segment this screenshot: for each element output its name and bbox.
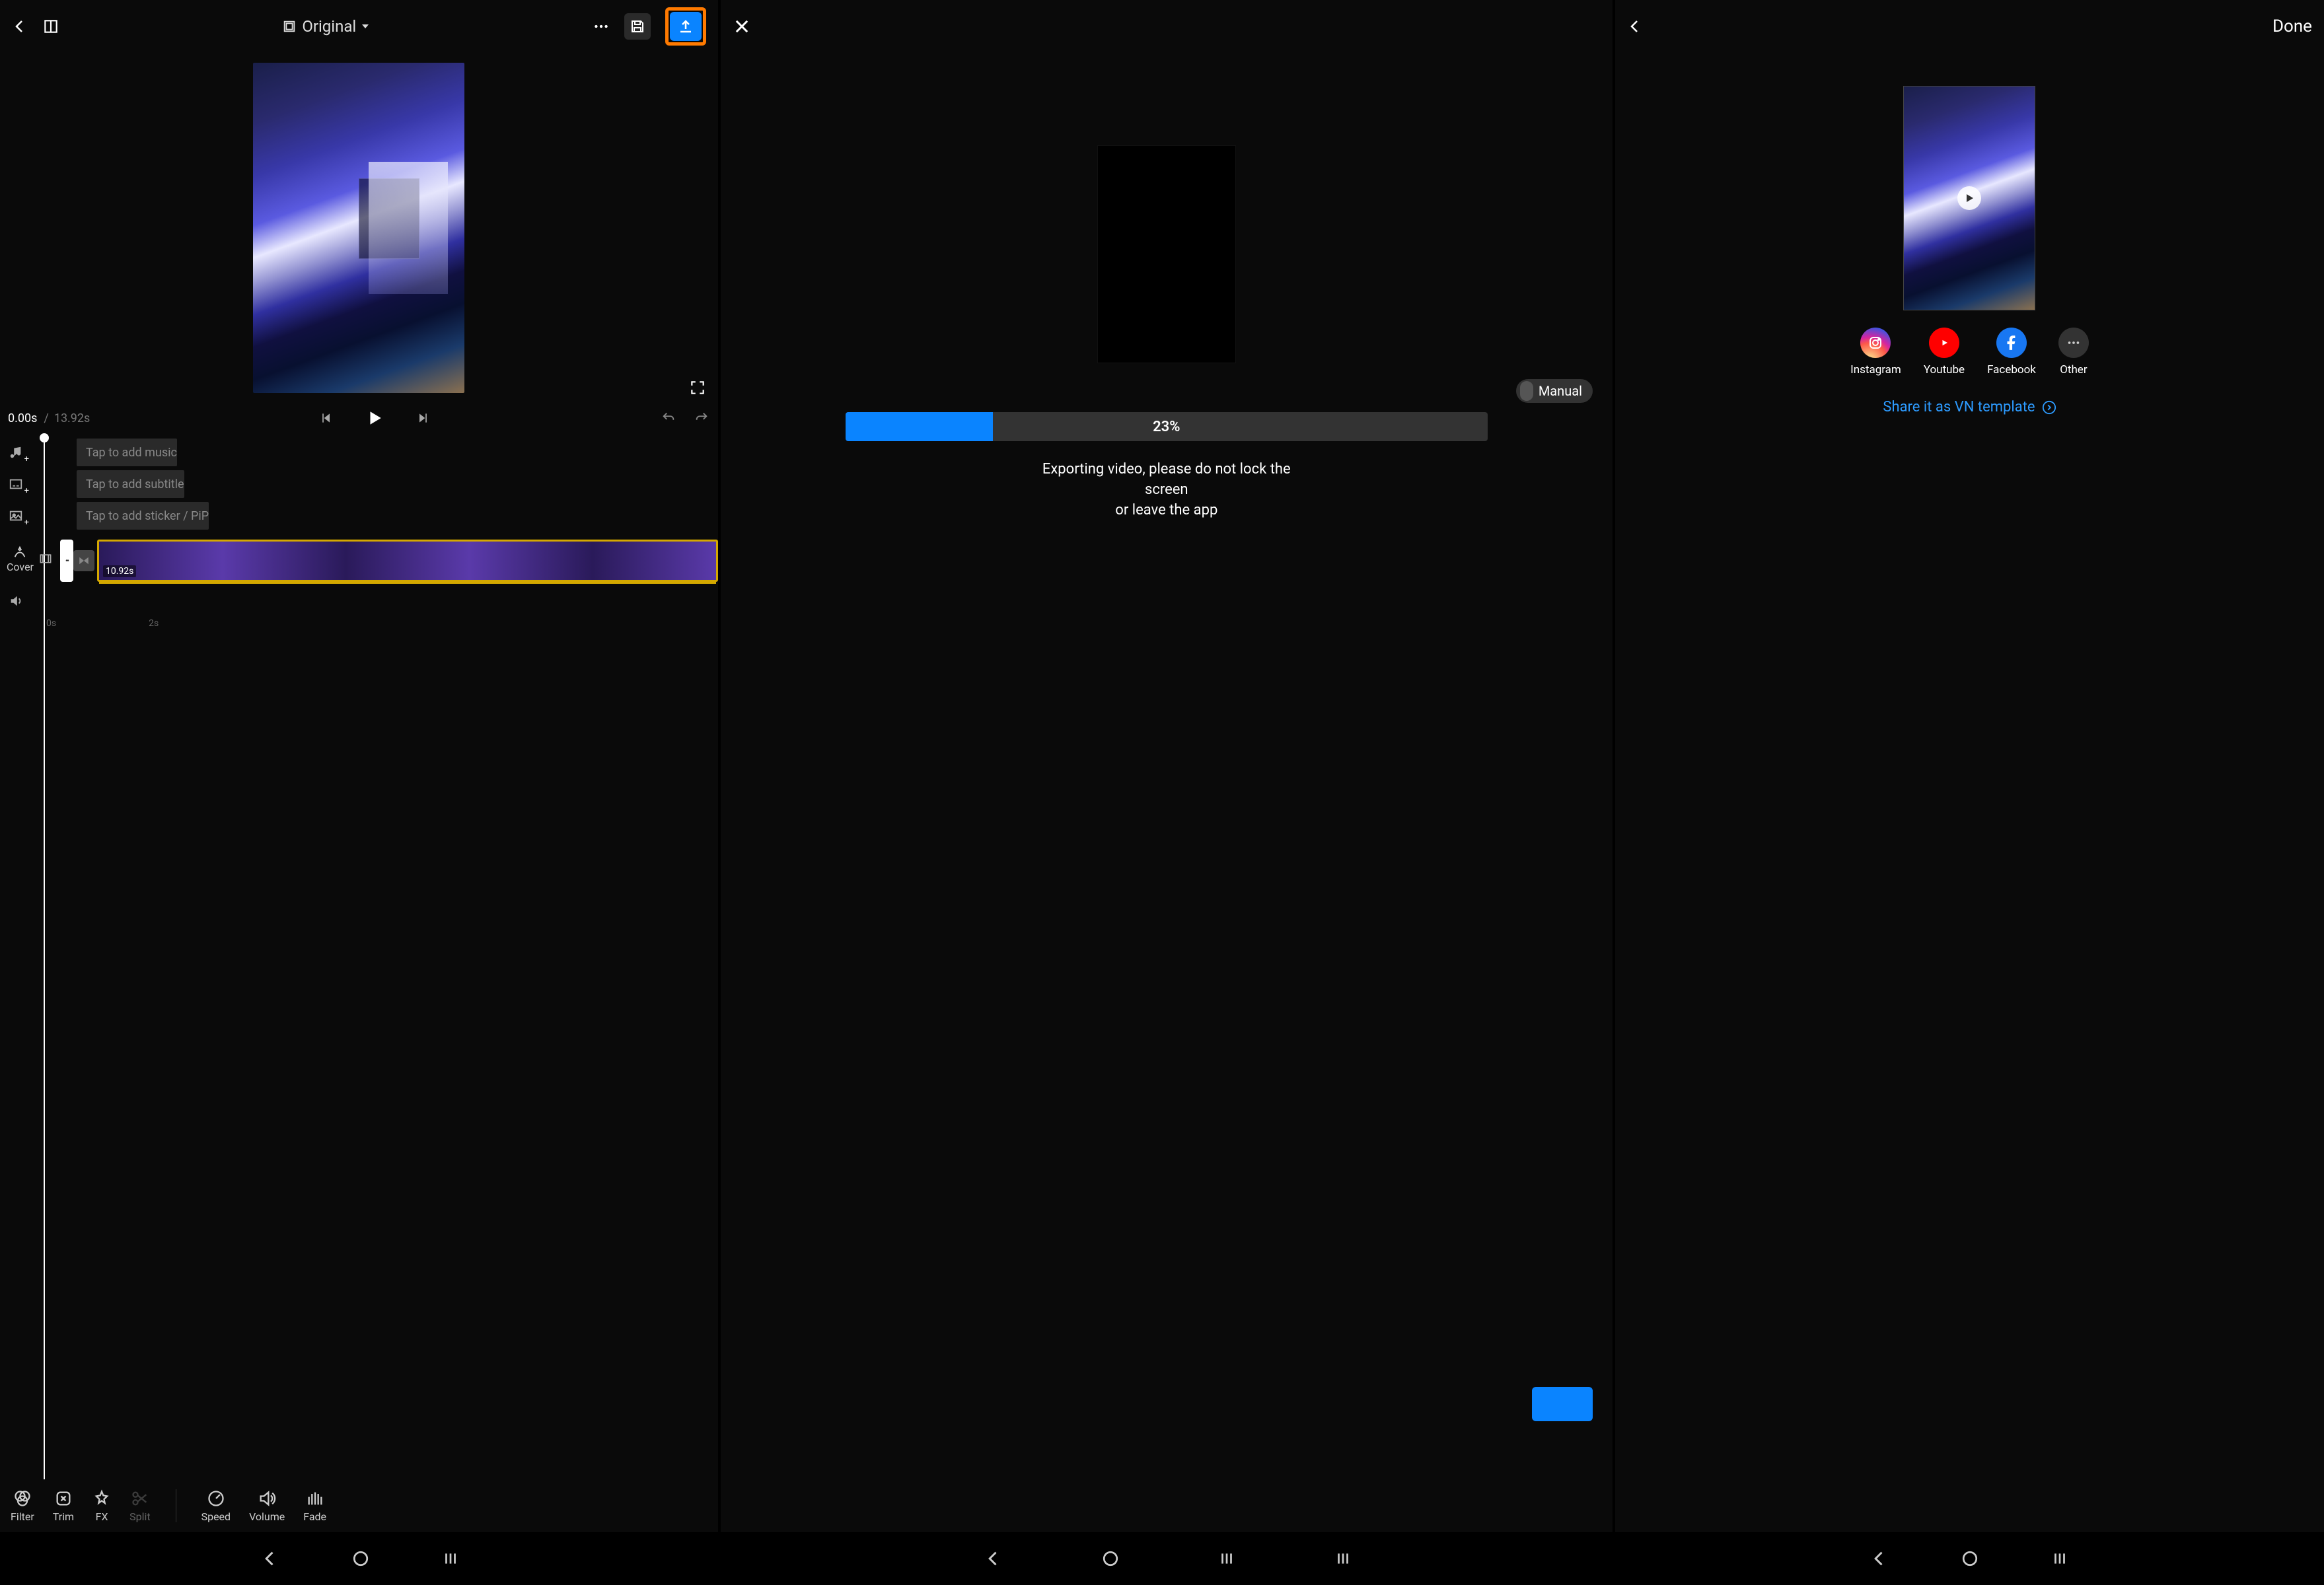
playhead[interactable] xyxy=(44,439,45,1479)
filter-tool[interactable]: Filter xyxy=(11,1489,34,1523)
progress-label: 23% xyxy=(1153,419,1180,435)
toggle-knob xyxy=(1520,381,1533,401)
other-icon xyxy=(2058,328,2089,358)
transition-icon[interactable] xyxy=(73,550,94,571)
play-icon[interactable] xyxy=(366,409,383,427)
subtitle-track[interactable]: Tap to add subtitle xyxy=(77,470,184,498)
nav-recents-icon[interactable] xyxy=(1218,1550,1235,1567)
export-progress: 23% xyxy=(846,412,1488,441)
redo-icon[interactable] xyxy=(693,411,710,425)
clip-thumb-icon[interactable] xyxy=(36,549,55,568)
instagram-icon xyxy=(1860,328,1891,358)
prev-frame-icon[interactable] xyxy=(320,411,333,425)
export-message: Exporting video, please do not lock the … xyxy=(1035,460,1299,520)
share-facebook[interactable]: Facebook xyxy=(1987,328,2036,376)
editor-topbar: Original xyxy=(0,0,718,53)
time-separator: / xyxy=(44,411,48,425)
done-button[interactable]: Done xyxy=(2272,17,2312,36)
transport-bar: 0.00s / 13.92s xyxy=(0,403,718,433)
cover-button[interactable]: Cover xyxy=(7,545,34,573)
export-preview xyxy=(1097,145,1236,363)
progress-fill xyxy=(846,412,994,441)
music-track[interactable]: Tap to add music xyxy=(77,439,177,466)
cover-label: Cover xyxy=(7,561,34,573)
chevron-right-circle-icon xyxy=(2042,400,2056,415)
nav-home-icon[interactable] xyxy=(1961,1550,1979,1567)
chevron-down-icon xyxy=(361,22,369,30)
add-music-icon[interactable]: + xyxy=(7,443,25,462)
bookmark-icon[interactable] xyxy=(42,18,59,35)
add-subtitle-icon[interactable]: + xyxy=(7,475,25,493)
share-youtube[interactable]: Youtube xyxy=(1924,328,1965,376)
nav-recents-icon[interactable] xyxy=(2051,1550,2068,1567)
share-as-template-link[interactable]: Share it as VN template xyxy=(1883,399,2056,415)
preview-frame xyxy=(253,63,464,393)
back-icon[interactable] xyxy=(12,18,28,34)
split-tool[interactable]: Split xyxy=(129,1489,151,1523)
fade-tool[interactable]: Fade xyxy=(303,1489,326,1523)
fullscreen-icon[interactable] xyxy=(689,379,706,396)
youtube-icon xyxy=(1929,328,1959,358)
time-current: 0.00s xyxy=(8,411,37,425)
cancel-export-button[interactable] xyxy=(1532,1387,1593,1421)
speed-tool[interactable]: Speed xyxy=(201,1489,231,1523)
nav-bar-3 xyxy=(1615,1532,2324,1585)
manual-label: Manual xyxy=(1539,383,1582,399)
aspect-ratio-label: Original xyxy=(302,17,356,36)
android-nav-bars xyxy=(0,1532,2324,1585)
fx-tool[interactable]: FX xyxy=(92,1489,111,1523)
share-other[interactable]: Other xyxy=(2058,328,2089,376)
back-icon[interactable] xyxy=(1627,18,1643,34)
export-screen: Manual 23% Exporting video, please do no… xyxy=(721,0,1615,1532)
video-clip[interactable]: 10.92s xyxy=(97,540,718,582)
next-frame-icon[interactable] xyxy=(416,411,429,425)
tool-bar: Filter Trim FX Split Speed Volume Fade xyxy=(0,1479,718,1532)
share-targets: Instagram Youtube Facebook Other xyxy=(1850,328,2089,376)
exported-video-thumbnail[interactable] xyxy=(1903,86,2035,310)
nav-back-icon[interactable] xyxy=(261,1549,279,1568)
sticker-track[interactable]: Tap to add sticker / PiP xyxy=(77,502,209,530)
play-icon xyxy=(1957,186,1981,210)
nav-recents-icon[interactable] xyxy=(442,1550,459,1567)
clip-duration: 10.92s xyxy=(103,565,136,577)
timeline: + Tap to add music + Tap to add subtitle… xyxy=(0,433,718,1479)
export-topbar xyxy=(721,0,1613,53)
close-icon[interactable] xyxy=(733,17,751,36)
nav-back-icon[interactable] xyxy=(984,1549,1003,1568)
export-button[interactable] xyxy=(670,12,702,41)
trim-tool[interactable]: Trim xyxy=(53,1489,74,1523)
nav-recents-icon[interactable] xyxy=(1334,1550,1352,1567)
clip-handle-left[interactable]: •• xyxy=(60,540,73,582)
volume-tool[interactable]: Volume xyxy=(249,1489,285,1523)
add-sticker-icon[interactable]: + xyxy=(7,507,25,525)
save-draft-icon[interactable] xyxy=(624,13,651,40)
undo-icon[interactable] xyxy=(660,411,677,425)
ruler-tick-0: 0s xyxy=(46,618,56,630)
share-topbar: Done xyxy=(1615,0,2324,53)
volume-track-icon[interactable] xyxy=(7,592,25,610)
export-button-highlight xyxy=(665,7,706,46)
time-duration: 13.92s xyxy=(54,411,91,425)
nav-home-icon[interactable] xyxy=(352,1550,369,1567)
nav-back-icon[interactable] xyxy=(1870,1549,1889,1568)
more-icon[interactable] xyxy=(593,18,610,35)
ruler-tick-1: 2s xyxy=(149,618,159,630)
facebook-icon xyxy=(1996,328,2027,358)
manual-toggle[interactable]: Manual xyxy=(1516,379,1593,403)
share-instagram[interactable]: Instagram xyxy=(1850,328,1901,376)
aspect-ratio-selector[interactable]: Original xyxy=(282,17,369,36)
nav-home-icon[interactable] xyxy=(1102,1550,1119,1567)
nav-bar-1 xyxy=(0,1532,721,1585)
share-screen: Done Instagram Youtube Facebook xyxy=(1615,0,2324,1532)
time-ruler: 0s 2s xyxy=(46,614,718,630)
video-preview[interactable] xyxy=(0,53,718,403)
editor-screen: Original xyxy=(0,0,721,1532)
nav-bar-2 xyxy=(721,1532,1615,1585)
